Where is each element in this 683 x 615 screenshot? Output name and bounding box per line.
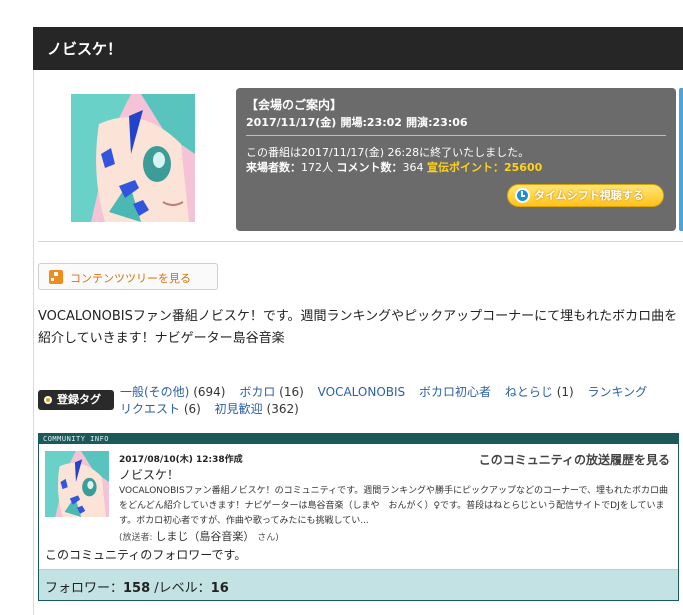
tag-list: 一般(その他) (694) ボカロ (16) VOCALONOBIS ボカロ初心…	[120, 384, 660, 418]
broadcast-stats: 来場者数：172人 コメント数：364 宣伝ポイント：25600	[246, 159, 542, 175]
tag-item: ボカロ (16)	[239, 385, 303, 399]
community-owner: (放送者: しまじ（島谷音楽） さん)	[119, 528, 279, 544]
registered-tags-badge: 登録タグ	[38, 390, 114, 410]
venue-info-panel: 【会場のご案内】 2017/11/17(金) 開場:23:02 開演:23:06…	[236, 88, 676, 231]
owner-suffix: さん)	[257, 533, 279, 543]
community-stats-bar: フォロワー：158 /レベル：16	[39, 569, 678, 600]
tag-link[interactable]: ランキング	[588, 385, 648, 399]
promo-points: 25600	[504, 161, 543, 174]
follower-status-note: このコミュニティのフォロワーです。	[45, 548, 247, 562]
tag-badge-icon	[44, 396, 52, 404]
tag-link[interactable]: VOCALONOBIS	[318, 385, 406, 399]
timeshift-watch-button[interactable]: タイムシフト視聴する	[507, 184, 664, 207]
level-label: /レベル：	[150, 581, 211, 596]
visitors-label: 来場者数：	[246, 161, 301, 174]
community-info-label: COMMUNITY INFO	[43, 435, 110, 443]
left-border	[33, 70, 34, 615]
comments-count: 364	[402, 161, 424, 174]
anime-character-thumbnail-icon	[71, 94, 195, 222]
comments-label: コメント数：	[336, 161, 403, 174]
clock-icon	[515, 188, 530, 203]
promo-points-label: 宣伝ポイント：	[427, 161, 504, 174]
program-page: ノビスケ！ 【会場のご案内】 2017/11/17(金) 開場:23:02 開演…	[0, 0, 683, 615]
broadcast-date-line: 2017/11/17(金) 開場:23:02 開演:23:06	[246, 114, 468, 130]
tag-count: (362)	[266, 402, 299, 416]
community-info-header: COMMUNITY INFO	[39, 434, 678, 444]
tag-count: (6)	[183, 402, 201, 416]
venue-info-heading: 【会場のご案内】	[246, 98, 343, 112]
tag-link[interactable]: ねとらじ	[505, 385, 553, 399]
tag-link[interactable]: ボカロ初心者	[419, 385, 491, 399]
content-tree-button[interactable]: コンテンツツリーを見る	[38, 263, 218, 290]
tag-item: ねとらじ (1)	[505, 385, 574, 399]
community-name[interactable]: ノビスケ！	[119, 466, 179, 483]
visitors-count: 172人	[301, 161, 333, 174]
open-label: 開場:	[340, 116, 367, 129]
program-description: VOCALONOBISファン番組ノビスケ！です。週間ランキングやピックアップコー…	[38, 309, 678, 346]
content-tree-label: コンテンツツリーを見る	[70, 272, 191, 285]
tag-count: (694)	[193, 385, 226, 399]
registered-tags-label: 登録タグ	[57, 393, 101, 406]
open-time: 23:02	[366, 116, 402, 129]
broadcast-date: 2017/11/17(金)	[246, 116, 337, 129]
ended-notice: この番組は2017/11/17(金) 26:28に終了いたしました。	[246, 146, 530, 159]
program-title: ノビスケ！	[47, 40, 123, 58]
tag-item: リクエスト (6)	[120, 402, 201, 416]
start-time: 23:06	[432, 116, 468, 129]
tree-icon	[49, 270, 67, 284]
tag-item: ボカロ初心者	[419, 385, 491, 399]
owner-prefix: (放送者:	[119, 533, 153, 543]
community-description: VOCALONOBISファン番組ノビスケ！のコミュニティです。週間ランキングや勝…	[119, 486, 669, 526]
community-created-date: 2017/08/10(木) 12:38作成	[119, 455, 243, 465]
tag-link[interactable]: リクエスト	[120, 402, 180, 416]
anime-character-thumbnail-icon	[45, 451, 109, 517]
followers-label: フォロワー：	[45, 581, 124, 596]
tag-count: (16)	[279, 385, 304, 399]
tag-item: 初見歓迎 (362)	[215, 402, 299, 416]
panel-edge-accent	[679, 88, 683, 231]
program-title-bar: ノビスケ！	[33, 27, 683, 70]
tag-item: VOCALONOBIS	[318, 385, 406, 399]
tag-link[interactable]: 一般(その他)	[120, 385, 189, 399]
tag-item: 一般(その他) (694)	[120, 385, 225, 399]
tag-item: ランキング	[588, 385, 648, 399]
tag-link[interactable]: 初見歓迎	[215, 402, 263, 416]
timeshift-button-label: タイムシフト視聴する	[534, 189, 644, 202]
section-divider	[38, 241, 683, 242]
community-level: 16	[210, 581, 229, 596]
start-label: 開演:	[406, 116, 433, 129]
broadcast-history-link[interactable]: このコミュニティの放送履歴を見る	[479, 451, 670, 468]
tag-count: (1)	[556, 385, 574, 399]
community-thumbnail[interactable]	[45, 451, 109, 517]
community-info-panel: COMMUNITY INFO 2017/08/10(木) 12:38作成 このコ…	[38, 433, 679, 601]
followers-count: 158	[123, 581, 151, 596]
tag-link[interactable]: ボカロ	[239, 385, 275, 399]
owner-name: しまじ（島谷音楽）	[155, 530, 255, 543]
program-thumbnail[interactable]	[71, 94, 195, 222]
community-stats-text: フォロワー：158 /レベル：16	[45, 577, 229, 596]
info-divider	[246, 135, 666, 136]
